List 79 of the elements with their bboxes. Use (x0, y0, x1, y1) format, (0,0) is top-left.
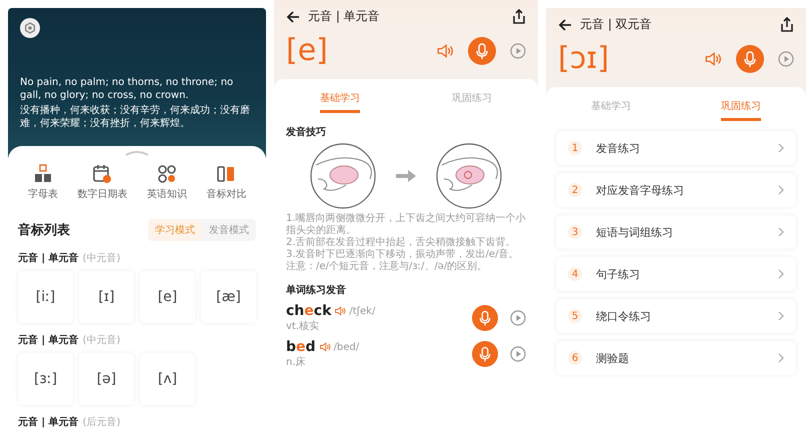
share-icon[interactable] (512, 9, 526, 24)
breadcrumb-title: 元音 | 单元音 (308, 8, 381, 25)
chevron-right-icon (778, 185, 784, 195)
exercise-item[interactable]: 3 短语与词组练习 (556, 215, 796, 249)
item-number: 1 (568, 141, 582, 155)
chevron-right-icon (778, 143, 784, 153)
shortcut-button[interactable]: 数字日期表 (75, 162, 130, 203)
group-note: (中元音) (82, 252, 120, 265)
phonetic-card[interactable]: [ɪ] (79, 271, 134, 323)
letter-blocks-icon (32, 164, 53, 184)
split-columns-icon (216, 164, 236, 184)
mouth-diagram-drawing (310, 143, 376, 209)
practice-word: bed (286, 339, 316, 355)
breadcrumb-title: 元音 | 双元音 (580, 16, 653, 33)
speaker-icon[interactable] (704, 50, 722, 68)
tip-text: 3.发音时下巴逐渐向下移动，振动声带，发出/e/音。 (286, 249, 520, 260)
play-icon[interactable] (778, 51, 794, 67)
group-note: (后元音) (82, 416, 120, 429)
phonetic-card[interactable]: [iː] (18, 271, 73, 323)
exercise-item[interactable]: 6 测验题 (556, 341, 796, 375)
microphone-button[interactable] (468, 37, 496, 65)
item-number: 5 (568, 309, 582, 323)
item-number: 2 (568, 183, 582, 197)
phonetic-card[interactable]: [e] (140, 271, 195, 323)
chevron-right-icon (778, 353, 784, 363)
quote-english: No pain, no palm; no thorns, no throne; no gall, no glory; no cross, no crown. (20, 76, 234, 102)
group-note: (中元音) (82, 334, 120, 347)
right-arrow-icon (396, 170, 416, 182)
phonetic-card[interactable]: [ʌ] (140, 353, 195, 405)
exercise-item[interactable]: 2 对应发音字母练习 (556, 173, 796, 207)
four-circles-icon (156, 164, 177, 184)
mouth-diagram-drawing (436, 143, 502, 209)
back-arrow-icon[interactable] (558, 18, 572, 32)
chevron-right-icon (778, 269, 784, 279)
practice-word: check (286, 303, 332, 319)
tip-text: 注意：/e/个短元音，注意与/ɜː/、/ə/的区别。 (286, 261, 488, 273)
microphone-button[interactable] (472, 305, 498, 331)
word-phonetic: /tʃek/ (349, 306, 376, 316)
group-title: 元音 | 单元音 (18, 415, 79, 429)
settings-icon[interactable] (20, 18, 40, 38)
shortcut-button[interactable]: 字母表 (26, 162, 60, 203)
item-number: 3 (568, 225, 582, 239)
item-number: 4 (568, 267, 582, 281)
phonetic-card[interactable]: [ə] (79, 353, 134, 405)
section-title: 单词练习发音 (286, 283, 347, 297)
group-title: 元音 | 单元音 (18, 251, 79, 265)
exercise-item[interactable]: 4 句子练习 (556, 257, 796, 291)
word-meaning: n.床 (286, 356, 307, 369)
microphone-button[interactable] (472, 341, 498, 367)
phonetic-card[interactable]: [æ] (201, 271, 256, 323)
item-number: 6 (568, 351, 582, 365)
phonetic-card[interactable]: [ɜː] (18, 353, 73, 405)
speaker-icon[interactable] (318, 341, 331, 353)
play-icon[interactable] (510, 310, 526, 326)
phonetic-symbol: [ɔɪ] (558, 41, 610, 77)
tip-text: 2.舌前部在发音过程中抬起，舌尖稍微接触下齿背。 (286, 237, 517, 248)
word-meaning: vt.核实 (286, 320, 320, 333)
calendar-clock-icon (92, 164, 112, 184)
play-icon[interactable] (510, 346, 526, 362)
shortcut-button[interactable]: 英语知识 (144, 162, 189, 203)
quote-chinese: 没有播种，何来收获；没有辛劳，何来成功；没有磨难，何来荣耀；没有挫折，何来辉煌。 (20, 104, 251, 130)
phonetic-symbol: [e] (286, 33, 329, 69)
chevron-right-icon (778, 227, 784, 237)
collapse-handle-icon[interactable] (125, 150, 149, 156)
chevron-right-icon (778, 311, 784, 321)
list-title: 音标列表 (18, 222, 70, 239)
exercise-item[interactable]: 1 发音练习 (556, 131, 796, 165)
exercise-item[interactable]: 5 绕口令练习 (556, 299, 796, 333)
share-icon[interactable] (780, 17, 794, 32)
word-phonetic: /bed/ (334, 342, 360, 352)
group-title: 元音 | 单元音 (18, 333, 79, 347)
microphone-button[interactable] (736, 45, 764, 73)
tip-text: 1.嘴唇向两侧微微分开，上下齿之间大约可容纳一个小指头尖的距离。 (286, 213, 526, 236)
play-icon[interactable] (510, 43, 526, 59)
speaker-icon[interactable] (436, 42, 454, 60)
speaker-icon[interactable] (334, 305, 346, 317)
shortcut-button[interactable]: 音标对比 (204, 162, 248, 203)
section-title: 发音技巧 (286, 125, 327, 139)
back-arrow-icon[interactable] (286, 10, 300, 24)
